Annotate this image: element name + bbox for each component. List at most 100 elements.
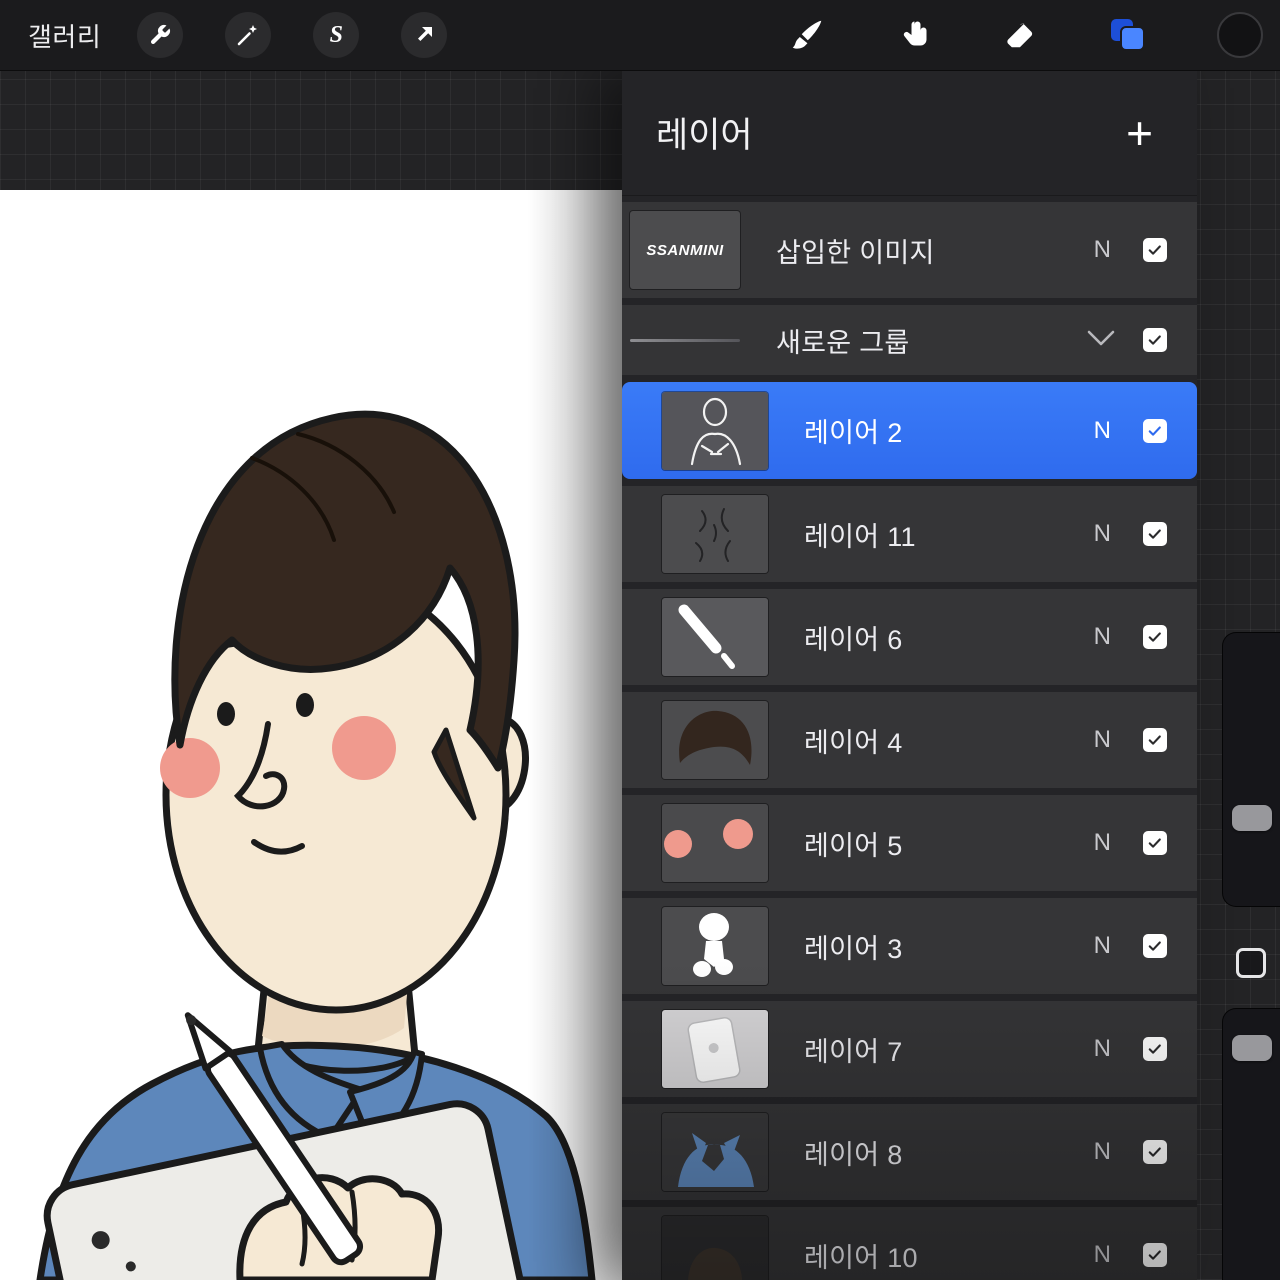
color-button[interactable] — [1217, 12, 1263, 58]
layer-thumbnail[interactable] — [662, 1216, 768, 1280]
layers-panel: 레이어 + SSANMINI 삽입한 이미지 N 새로운 그룹 레이어 2 N … — [622, 70, 1197, 1280]
blend-mode-button[interactable]: N — [1094, 520, 1111, 548]
paint-button[interactable] — [789, 17, 825, 53]
adjustments-button[interactable] — [225, 12, 272, 58]
blend-mode-button[interactable]: N — [1094, 417, 1111, 445]
layer-row-layer-6[interactable]: 레이어 6 N — [622, 589, 1197, 685]
layer-thumbnail[interactable] — [662, 907, 768, 985]
layer-thumbnail[interactable] — [662, 391, 768, 470]
layer-thumbnail[interactable] — [662, 804, 768, 882]
selection-s-icon: S — [329, 21, 343, 48]
current-color-swatch-icon — [1217, 12, 1263, 58]
gallery-button[interactable]: 갤러리 — [28, 17, 101, 54]
layer-name: 레이어 7 — [804, 1036, 903, 1067]
add-layer-button[interactable]: + — [1126, 110, 1153, 156]
opacity-slider-handle[interactable] — [1232, 1035, 1272, 1061]
procreate-app: 갤러리 S 레이어 + SSANMINI 삽입한 이미지 N 새로운 그룹 레이… — [0, 0, 1280, 1280]
layer-thumbnail[interactable]: SSANMINI — [630, 211, 740, 289]
opacity-slider[interactable] — [1222, 1008, 1280, 1280]
layer-thumbnail[interactable] — [662, 1113, 768, 1191]
check-icon — [1148, 335, 1161, 345]
layer-name: 삽입한 이미지 — [776, 237, 935, 268]
layer-row-layer-7[interactable]: 레이어 7 N — [622, 1001, 1197, 1097]
erase-button[interactable] — [1001, 17, 1037, 53]
artwork-illustration — [36, 410, 596, 1280]
chevron-down-icon — [1087, 330, 1115, 345]
layer-row-layer-4[interactable]: 레이어 4 N — [622, 692, 1197, 788]
visibility-checkbox[interactable] — [1143, 831, 1167, 855]
magic-wand-icon — [237, 25, 258, 46]
layer-name: 레이어 2 — [804, 418, 903, 448]
check-icon — [1148, 1250, 1161, 1260]
visibility-checkbox[interactable] — [1143, 328, 1167, 352]
smudge-button[interactable] — [895, 17, 931, 53]
visibility-checkbox[interactable] — [1143, 934, 1167, 958]
selection-button[interactable]: S — [313, 12, 360, 58]
blend-mode-button[interactable]: N — [1094, 1241, 1111, 1269]
layer-name: 레이어 4 — [804, 727, 903, 758]
visibility-checkbox[interactable] — [1143, 625, 1167, 649]
check-icon — [1148, 1147, 1161, 1157]
visibility-checkbox[interactable] — [1143, 1037, 1167, 1061]
smudge-finger-icon — [903, 21, 927, 46]
layer-row-layer-10[interactable]: 레이어 10 N — [622, 1207, 1197, 1280]
visibility-checkbox[interactable] — [1143, 418, 1167, 443]
blend-mode-button[interactable]: N — [1094, 623, 1111, 651]
blend-mode-button[interactable]: N — [1094, 1035, 1111, 1063]
layer-name: 레이어 8 — [804, 1139, 903, 1170]
check-icon — [1148, 838, 1161, 848]
layer-row-layer-3[interactable]: 레이어 3 N — [622, 898, 1197, 994]
thumbnail-text: SSANMINI — [646, 241, 724, 259]
layer-thumbnail[interactable] — [662, 495, 768, 573]
eraser-icon — [1007, 23, 1033, 48]
layer-row-inserted-image[interactable]: SSANMINI 삽입한 이미지 N — [622, 202, 1197, 298]
layers-button[interactable] — [1107, 17, 1147, 53]
wrench-icon — [151, 24, 171, 45]
check-icon — [1148, 245, 1161, 255]
layer-row-layer-11[interactable]: 레이어 11 N — [622, 486, 1197, 582]
modify-button[interactable] — [1236, 948, 1266, 978]
canvas[interactable] — [0, 190, 622, 1280]
layer-thumbnail[interactable] — [662, 701, 768, 779]
layer-row-group[interactable]: 새로운 그룹 — [622, 305, 1197, 375]
blend-mode-button[interactable]: N — [1094, 1138, 1111, 1166]
layers-panel-header: 레이어 + — [622, 70, 1197, 196]
actions-button[interactable] — [137, 12, 184, 58]
visibility-checkbox[interactable] — [1143, 1140, 1167, 1164]
visibility-checkbox[interactable] — [1143, 1243, 1167, 1267]
brush-size-slider[interactable] — [1222, 632, 1280, 907]
layer-list: SSANMINI 삽입한 이미지 N 새로운 그룹 레이어 2 N 레이어 11… — [622, 196, 1197, 1280]
layers-panel-title: 레이어 — [656, 116, 753, 155]
check-icon — [1148, 529, 1161, 539]
group-name: 새로운 그룹 — [776, 327, 910, 358]
toolbar: 갤러리 S — [0, 0, 1280, 71]
visibility-checkbox[interactable] — [1143, 522, 1167, 546]
layer-thumbnail[interactable] — [662, 1010, 768, 1088]
visibility-checkbox[interactable] — [1143, 238, 1167, 262]
layer-name: 레이어 11 — [804, 521, 916, 552]
toolbar-right — [789, 0, 1263, 70]
blend-mode-button[interactable]: N — [1094, 726, 1111, 754]
check-icon — [1148, 941, 1161, 951]
transform-button[interactable] — [401, 12, 448, 58]
layer-name: 레이어 6 — [804, 624, 903, 655]
layer-row-layer-5[interactable]: 레이어 5 N — [622, 795, 1197, 891]
blend-mode-button[interactable]: N — [1094, 236, 1111, 264]
layer-thumbnail[interactable] — [662, 598, 768, 676]
toolbar-left: 갤러리 S — [0, 12, 448, 58]
group-thumbnail-line — [630, 338, 740, 342]
layer-name: 레이어 3 — [804, 933, 903, 964]
blend-mode-button[interactable]: N — [1094, 829, 1111, 857]
layer-name: 레이어 10 — [804, 1242, 918, 1273]
layer-row-layer-8[interactable]: 레이어 8 N — [622, 1104, 1197, 1200]
collapse-group-button[interactable] — [1085, 328, 1117, 353]
blend-mode-button[interactable]: N — [1094, 932, 1111, 960]
check-icon — [1148, 735, 1161, 745]
brush-size-slider-handle[interactable] — [1232, 805, 1272, 831]
check-icon — [1148, 1044, 1161, 1054]
layer-name: 레이어 5 — [804, 830, 903, 861]
layer-row-layer-2[interactable]: 레이어 2 N — [622, 382, 1197, 479]
transform-arrow-icon — [418, 27, 433, 41]
visibility-checkbox[interactable] — [1143, 728, 1167, 752]
check-icon — [1148, 632, 1161, 642]
